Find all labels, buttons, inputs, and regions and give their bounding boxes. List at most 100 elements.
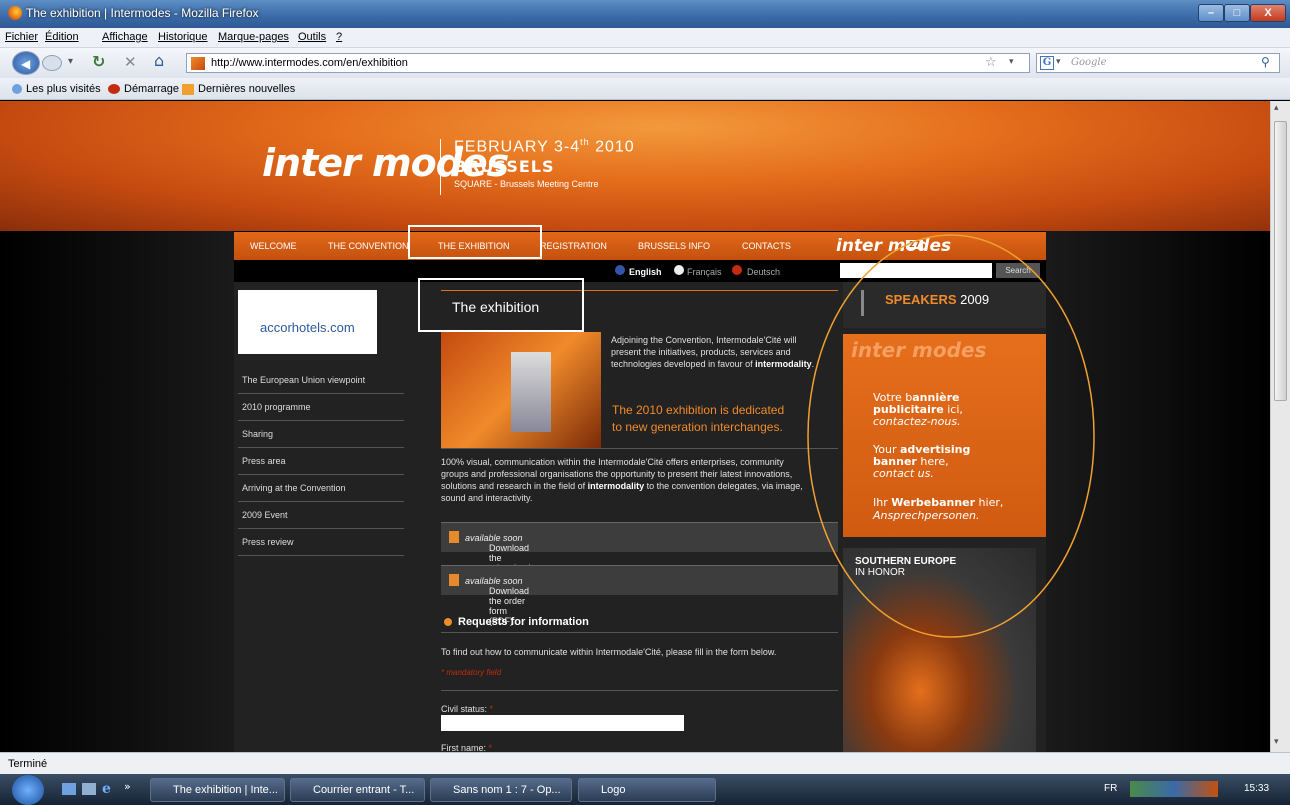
fr-flag-icon [674, 265, 684, 275]
scroll-down-icon[interactable]: ▾ [1274, 737, 1279, 747]
lang-german[interactable]: Deutsch [747, 267, 780, 277]
history-dropdown-icon[interactable]: ▾ [1009, 57, 1014, 67]
bullet-icon [444, 618, 452, 626]
status-text: Terminé [8, 758, 48, 770]
civil-status-input[interactable] [441, 715, 684, 731]
photo-kiosk [511, 352, 551, 432]
clock[interactable]: 15:33 [1244, 783, 1269, 794]
forward-button[interactable] [42, 55, 62, 71]
url-bar[interactable]: http://www.intermodes.com/en/exhibition … [186, 53, 1030, 73]
sidebar-item-sharing[interactable]: Sharing [238, 422, 404, 448]
bookmark-getting-started[interactable]: Démarrage [124, 83, 179, 95]
ie-icon[interactable]: e [102, 781, 111, 797]
system-tray-icons[interactable] [1130, 781, 1218, 797]
left-background [0, 231, 234, 752]
taskbar-item-openoffice[interactable]: Sans nom 1 : 7 - Op... [430, 778, 572, 802]
close-button[interactable]: X [1250, 4, 1286, 22]
requests-text: To find out how to communicate within In… [441, 647, 777, 657]
menu-outils[interactable]: Outils [298, 31, 326, 43]
de-flag-icon [732, 265, 742, 275]
vertical-scrollbar[interactable]: ▴ ▾ [1270, 101, 1290, 752]
nav-brussels-info[interactable]: BRUSSELS INFO [638, 241, 710, 251]
annotation-ellipse [807, 234, 1095, 638]
nav-convention[interactable]: THE CONVENTION [328, 241, 409, 251]
site-banner: inter modes FEBRUARY 3-4th 2010 BRUSSELS… [0, 101, 1270, 231]
bookmark-most-visited[interactable]: Les plus visités [26, 83, 101, 95]
mandatory-note: * mandatory field [441, 668, 502, 677]
lang-english[interactable]: English [629, 267, 662, 277]
site-favicon [191, 57, 205, 70]
civil-status-label: Civil status: * [441, 704, 494, 714]
taskbar: e » The exhibition | Inte... Courrier en… [0, 774, 1290, 805]
exhibition-photo [441, 332, 601, 448]
menu-edition[interactable]: Édition [45, 31, 79, 43]
divider [441, 632, 838, 633]
dropdown-arrow-icon[interactable]: ▾ [68, 56, 73, 67]
accor-logo: accorhotels.com [260, 320, 355, 335]
menu-marque-pages[interactable]: Marque-pages [218, 31, 289, 43]
download-order-form[interactable]: Download the order form (PDF) available … [441, 565, 838, 626]
description-paragraph: 100% visual, communication within the In… [441, 457, 803, 503]
maximize-button[interactable]: □ [1224, 4, 1250, 22]
lang-french[interactable]: Français [687, 267, 722, 277]
switch-windows-icon[interactable] [82, 783, 96, 795]
banner-divider [440, 139, 441, 195]
sidebar-item-2009-event[interactable]: 2009 Event [238, 503, 404, 529]
sidebar-item-press-review[interactable]: Press review [238, 530, 404, 556]
firefox-icon [8, 6, 22, 20]
nav-registration[interactable]: REGISTRATION [540, 241, 607, 251]
start-button[interactable] [12, 775, 44, 805]
scroll-up-icon[interactable]: ▴ [1274, 103, 1279, 113]
search-bar[interactable]: G ▾ Google ⚲ [1036, 53, 1280, 73]
nav-welcome[interactable]: WELCOME [250, 241, 297, 251]
reload-icon[interactable]: ↻ [92, 52, 105, 71]
rss-icon [182, 84, 194, 95]
stop-icon[interactable]: ✕ [124, 53, 137, 71]
annotation-box-exhibition-nav [408, 225, 542, 259]
menu-historique[interactable]: Historique [158, 31, 208, 43]
web-page: inter modes FEBRUARY 3-4th 2010 BRUSSELS… [0, 101, 1270, 752]
taskbar-item-firefox[interactable]: The exhibition | Inte... [150, 778, 285, 802]
scroll-thumb[interactable] [1274, 121, 1287, 401]
sidebar-item-programme[interactable]: 2010 programme [238, 395, 404, 421]
window-title: The exhibition | Intermodes - Mozilla Fi… [26, 6, 259, 20]
first-name-label: First name: * [441, 743, 493, 752]
pdf-icon [449, 531, 459, 543]
annotation-box-heading [418, 278, 584, 332]
search-icon[interactable]: ⚲ [1261, 55, 1270, 69]
nav-contacts[interactable]: CONTACTS [742, 241, 791, 251]
search-engine-dropdown-icon[interactable]: ▾ [1056, 57, 1061, 67]
sidebar-item-press-area[interactable]: Press area [238, 449, 404, 475]
bookmark-star-icon[interactable]: ☆ [985, 55, 997, 70]
search-placeholder: Google [1071, 57, 1107, 68]
menu-affichage[interactable]: Affichage [102, 31, 148, 43]
taskbar-item-logo[interactable]: Logo [578, 778, 716, 802]
url-text: http://www.intermodes.com/en/exhibition [211, 57, 408, 69]
home-icon[interactable]: ⌂ [154, 51, 164, 70]
show-desktop-icon[interactable] [62, 783, 76, 795]
sidebar-item-eu-viewpoint[interactable]: The European Union viewpoint [238, 368, 404, 394]
sidebar-item-arriving[interactable]: Arriving at the Convention [238, 476, 404, 502]
google-icon[interactable]: G [1040, 56, 1054, 70]
requests-title: Requests for information [458, 616, 589, 628]
minimize-button[interactable]: – [1198, 4, 1224, 22]
divider [441, 690, 838, 691]
download-advertiser-guide[interactable]: Download the advertiser's guide (PDF) av… [441, 522, 838, 593]
event-venue: SQUARE - Brussels Meeting Centre [454, 179, 599, 189]
quicklaunch-overflow-icon[interactable]: » [124, 780, 131, 793]
menu-fichier[interactable]: Fichier [5, 31, 38, 43]
getting-started-icon [108, 84, 120, 94]
pdf-icon [449, 574, 459, 586]
menu-help[interactable]: ? [336, 31, 342, 43]
window-titlebar[interactable]: The exhibition | Intermodes - Mozilla Fi… [0, 0, 1290, 28]
event-city: BRUSSELS [454, 157, 555, 176]
event-date: FEBRUARY 3-4th 2010 [454, 137, 635, 156]
status-bar: Terminé [0, 752, 1290, 774]
bookmarks-toolbar: Les plus visités Démarrage Dernières nou… [0, 78, 1290, 100]
most-visited-icon [12, 84, 22, 94]
exhibition-tagline: The 2010 exhibition is dedicated to new … [612, 403, 785, 434]
taskbar-item-mail[interactable]: Courrier entrant - T... [290, 778, 425, 802]
accor-banner[interactable]: accorhotels.com [238, 290, 377, 354]
language-indicator[interactable]: FR [1104, 783, 1117, 794]
bookmark-latest-news[interactable]: Dernières nouvelles [198, 83, 295, 95]
